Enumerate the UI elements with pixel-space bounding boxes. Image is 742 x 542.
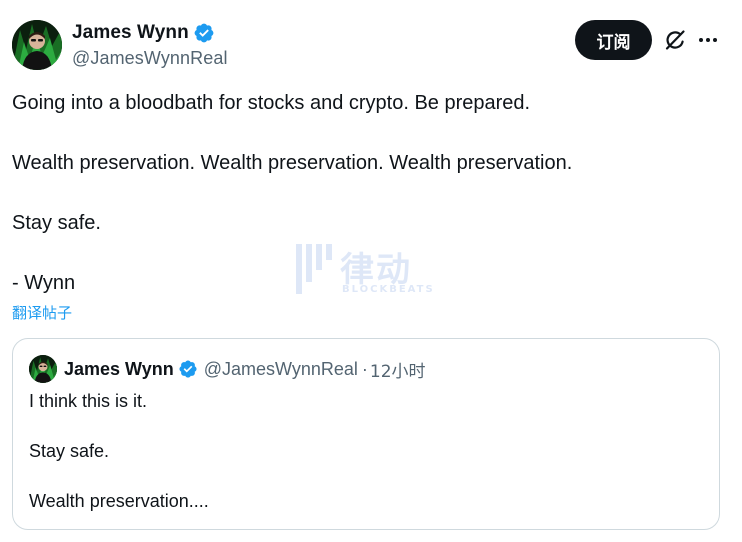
quoted-line: Wealth preservation.... [29,491,209,511]
tweet-text: Going into a bloodbath for stocks and cr… [12,88,722,298]
quoted-line: Stay safe. [29,441,110,461]
tweet-line: Going into a bloodbath for stocks and cr… [12,92,531,114]
quoted-line: I think this is it. [29,391,148,411]
quoted-handle[interactable]: @JamesWynnReal [204,359,358,380]
avatar-image [12,20,62,70]
quoted-tweet-card[interactable]: James Wynn @JamesWynnReal · 12小时 I think… [12,338,720,530]
tweet-header: James Wynn @JamesWynnReal 订阅 [12,20,732,72]
quoted-text: I think this is it. Stay safe. Wealth pr… [29,389,709,514]
quoted-verified-badge-icon [178,359,198,379]
quoted-separator: · [361,358,368,379]
grok-icon[interactable] [663,28,687,52]
author-handle[interactable]: @JamesWynnReal [72,48,228,69]
quoted-timestamp[interactable]: 12小时 [370,357,426,382]
author-display-name[interactable]: James Wynn [72,22,189,44]
tweet-line: Stay safe. [12,212,101,234]
quoted-display-name[interactable]: James Wynn [64,359,174,380]
translate-post-link[interactable]: 翻译帖子 [12,302,72,323]
avatar[interactable] [12,20,62,70]
tweet-line: - Wynn [12,272,76,294]
subscribe-button[interactable]: 订阅 [575,20,652,60]
verified-badge-icon[interactable] [193,22,215,44]
quoted-avatar-image [29,355,57,383]
quoted-avatar[interactable] [29,355,57,383]
tweet: James Wynn @JamesWynnReal 订阅 Going into … [0,0,742,542]
more-icon[interactable] [696,28,720,52]
tweet-line: Wealth preservation. Wealth preservation… [12,152,573,174]
author-block: James Wynn @JamesWynnReal [72,21,228,69]
quoted-header: James Wynn @JamesWynnReal · 12小时 [64,357,426,382]
author-name-row: James Wynn [72,21,228,45]
